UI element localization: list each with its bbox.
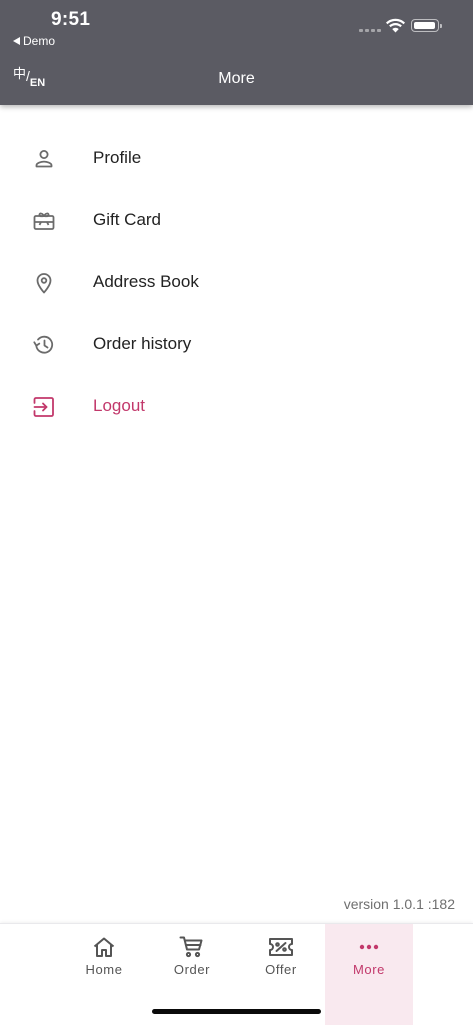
home-indicator <box>152 1009 321 1014</box>
menu-item-logout[interactable]: Logout <box>0 376 473 438</box>
back-to-app-link[interactable]: Demo <box>13 34 55 48</box>
history-icon <box>32 333 56 357</box>
tab-home[interactable]: Home <box>60 924 148 1025</box>
tab-more[interactable]: More <box>325 924 413 1025</box>
back-triangle-icon <box>13 37 20 45</box>
tab-label: Offer <box>265 962 297 977</box>
back-app-label: Demo <box>23 34 56 48</box>
menu-item-label: Gift Card <box>93 210 162 229</box>
menu-item-address-book[interactable]: Address Book <box>0 252 473 314</box>
more-dots-icon <box>325 936 413 958</box>
tab-label: Home <box>85 962 123 977</box>
more-menu-list: Profile Gift Card Address Book Order his… <box>0 128 473 438</box>
status-time: 9:51 <box>51 9 91 30</box>
tab-label: More <box>352 962 386 977</box>
ticket-icon <box>237 936 325 958</box>
app-version-text: version 1.0.1 :182 <box>343 896 455 912</box>
battery-icon <box>411 19 442 32</box>
menu-item-gift-card[interactable]: Gift Card <box>0 190 473 252</box>
menu-item-order-history[interactable]: Order history <box>0 314 473 376</box>
menu-item-profile[interactable]: Profile <box>0 128 473 190</box>
page-title: More <box>218 70 255 87</box>
person-icon <box>32 147 56 171</box>
gift-card-icon <box>32 209 56 233</box>
wifi-icon <box>386 18 405 33</box>
home-icon <box>60 936 148 958</box>
cellular-signal-icon <box>359 29 381 32</box>
tab-label: Order <box>173 962 211 977</box>
menu-item-label: Order history <box>93 334 192 353</box>
menu-item-label: Address Book <box>93 272 199 291</box>
cart-icon <box>148 936 236 958</box>
menu-item-label: Profile <box>93 148 142 167</box>
location-pin-icon <box>32 271 56 295</box>
top-app-bar: 9:51 Demo 中/EN More <box>0 0 473 105</box>
logout-icon <box>32 395 56 419</box>
menu-item-label: Logout <box>93 396 145 415</box>
